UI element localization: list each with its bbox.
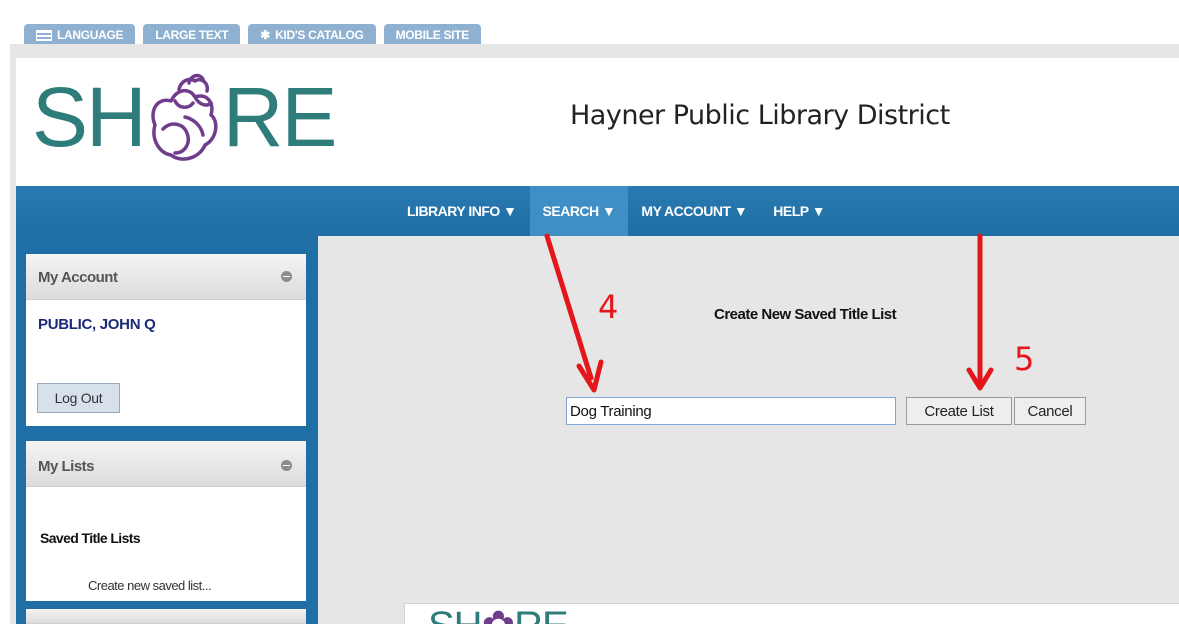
library-name: Hayner Public Library District (570, 100, 950, 131)
logo-text-right: RE (222, 70, 338, 164)
tab-large-text-label: LARGE TEXT (155, 28, 229, 42)
next-panel-header (26, 609, 306, 624)
my-lists-panel-header[interactable]: My Lists (26, 441, 306, 487)
tab-language-label: LANGUAGE (57, 28, 124, 42)
tab-language[interactable]: LANGUAGE (24, 24, 136, 46)
my-account-panel-header[interactable]: My Account (26, 254, 306, 300)
next-panel (26, 609, 306, 624)
nav-library-info[interactable]: LIBRARY INFO ▼ (394, 186, 530, 236)
star-icon: ✱ (260, 28, 271, 42)
my-lists-panel: My Lists (26, 441, 306, 601)
annotation-step-4: 4 (598, 288, 619, 326)
nav-search[interactable]: SEARCH ▼ (529, 186, 629, 236)
tab-large-text[interactable]: LARGE TEXT (143, 24, 241, 46)
footer-logo-left: SH (428, 606, 483, 624)
tab-kids-catalog[interactable]: ✱ KID'S CATALOG (248, 24, 376, 46)
main-nav: LIBRARY INFO ▼ SEARCH ▼ MY ACCOUNT ▼ HEL… (394, 186, 838, 236)
my-account-panel-title: My Account (38, 269, 118, 286)
tab-mobile-site[interactable]: MOBILE SITE (383, 24, 481, 46)
create-list-button[interactable]: Create List (906, 397, 1012, 425)
share-logo[interactable]: SH RE (32, 62, 338, 172)
footer-logo-right: RE (514, 606, 568, 624)
footer-logo: SH✿RE (428, 606, 568, 624)
tab-mobile-site-label: MOBILE SITE (395, 28, 470, 42)
hand-heart-icon (150, 73, 218, 161)
log-out-button[interactable]: Log Out (37, 383, 120, 413)
accessibility-tabs: LANGUAGE LARGE TEXT ✱ KID'S CATALOG MOBI… (24, 24, 481, 46)
collapse-icon[interactable] (281, 271, 292, 282)
list-name-input[interactable] (566, 397, 896, 425)
tab-kids-catalog-label: KID'S CATALOG (275, 28, 364, 42)
cancel-button[interactable]: Cancel (1014, 397, 1086, 425)
user-name: PUBLIC, JOHN Q (38, 316, 156, 333)
nav-help[interactable]: HELP ▼ (760, 186, 838, 236)
collapse-icon[interactable] (281, 460, 292, 471)
nav-my-account[interactable]: MY ACCOUNT ▼ (628, 186, 760, 236)
logo-text-left: SH (32, 70, 147, 164)
footer-hand-icon: ✿ (482, 606, 516, 624)
saved-title-lists-heading: Saved Title Lists (40, 530, 141, 546)
annotation-step-5: 5 (1014, 340, 1035, 378)
create-new-saved-list-link[interactable]: Create new saved list... (88, 578, 212, 593)
flag-icon (36, 29, 52, 41)
form-title: Create New Saved Title List (714, 306, 897, 323)
my-lists-panel-title: My Lists (38, 458, 95, 475)
